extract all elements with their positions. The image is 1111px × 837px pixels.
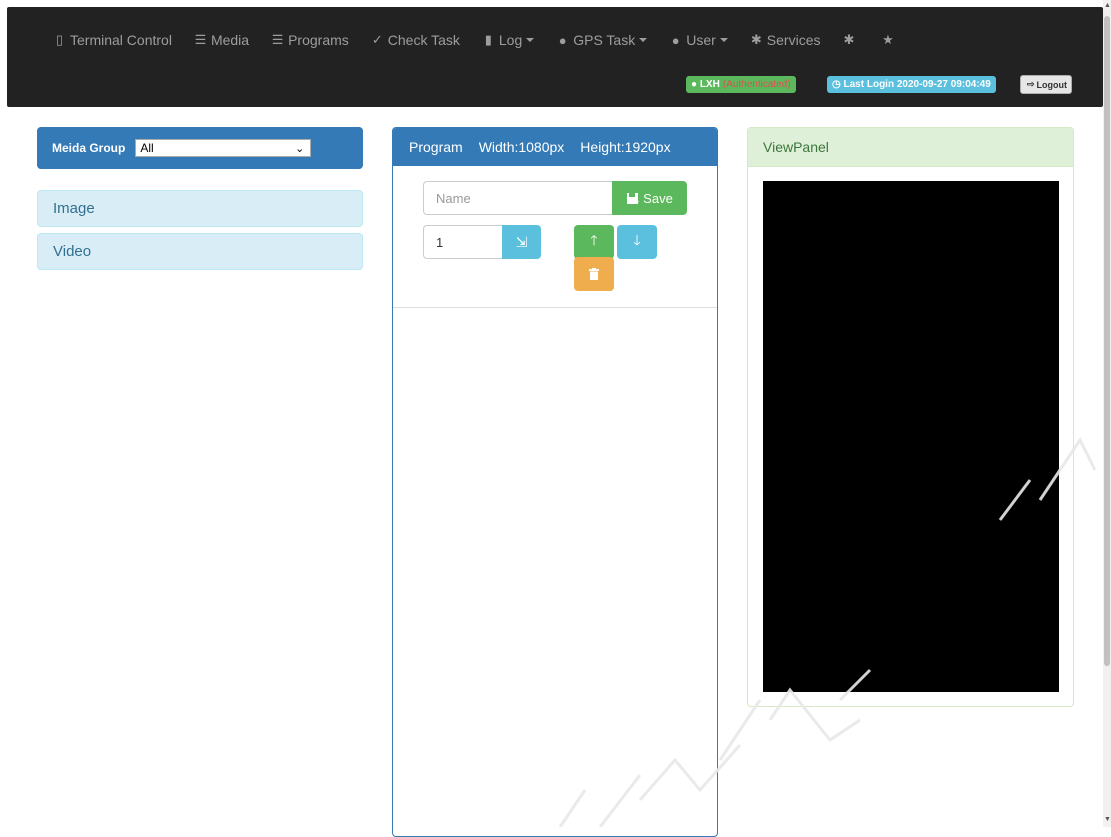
nav-terminal-control[interactable]: ▯ Terminal Control <box>53 32 172 48</box>
category-item-video[interactable]: Video <box>37 233 363 270</box>
index-value: 1 <box>436 234 444 250</box>
user-status-badge: ● LXH (Authenticated) <box>686 76 796 93</box>
program-panel: Program Width:1080px Height:1920px Name … <box>392 127 718 837</box>
category-label: Video <box>53 243 92 260</box>
tablet-icon: ▯ <box>55 32 64 47</box>
arrow-up-icon: 🡑 <box>590 232 598 248</box>
asterisk-icon: ✱ <box>843 32 855 47</box>
star-icon: ★ <box>882 32 894 47</box>
user-name: LXH <box>699 79 720 90</box>
nav-programs[interactable]: ☰ Programs <box>271 32 349 48</box>
media-group-select[interactable]: All ⌄ <box>135 139 312 157</box>
move-up-button[interactable]: 🡑 <box>574 225 614 259</box>
preview-screen <box>763 181 1059 692</box>
trash-icon <box>589 268 599 280</box>
last-login-badge: ◷ Last Login 2020-09-27 09:04:49 <box>827 76 996 93</box>
save-icon <box>627 192 640 204</box>
clock-icon: ◷ <box>832 79 844 90</box>
nav-label: Media <box>210 32 250 48</box>
file-icon: ▮ <box>484 32 492 47</box>
auth-status: (Authenticated) <box>722 79 791 90</box>
view-panel-title: ViewPanel <box>763 139 829 155</box>
nav-asterisk-button[interactable]: ✱ <box>842 32 859 48</box>
top-navbar: ▯ Terminal Control ☰ Media ☰ Programs ✓ … <box>7 7 1103 107</box>
media-icon: ☰ <box>194 32 207 47</box>
logout-icon: ⇨ <box>1026 79 1035 89</box>
nav-label: Programs <box>288 32 349 48</box>
caret-down-icon <box>719 38 728 42</box>
globe-icon: ● <box>558 32 567 48</box>
programs-icon: ☰ <box>271 32 284 47</box>
nav-label: Log <box>498 32 523 48</box>
media-group-bar: Meida Group All ⌄ <box>37 127 363 169</box>
save-label: Save <box>643 190 673 206</box>
category-label: Image <box>53 200 95 217</box>
nav-gps-task-dropdown[interactable]: ● GPS Task <box>556 32 648 48</box>
jump-to-button[interactable]: ⇲ <box>502 225 541 259</box>
sort-icon: ⇲ <box>515 233 528 250</box>
arrow-down-icon: 🡓 <box>633 232 641 248</box>
program-toolbar: Name Save 1 ⇲ 🡑 🡓 <box>393 166 717 308</box>
nav-log-dropdown[interactable]: ▮ Log <box>482 32 535 48</box>
nav-label: User <box>686 32 716 48</box>
scroll-down-icon[interactable]: ▼ <box>1104 816 1111 823</box>
user-icon: ● <box>691 79 700 90</box>
media-group-label: Meida Group <box>52 141 126 155</box>
program-name-input[interactable]: Name <box>423 181 612 215</box>
program-title: Program <box>409 139 463 155</box>
logout-label: Logout <box>1036 79 1068 90</box>
nav-media[interactable]: ☰ Media <box>194 32 249 48</box>
nav-star-button[interactable]: ★ <box>881 32 898 48</box>
media-group-value: All <box>140 141 154 155</box>
program-height: Height:1920px <box>580 139 671 155</box>
logout-button[interactable]: ⇨ Logout <box>1020 75 1072 94</box>
caret-down-icon <box>526 38 535 42</box>
nav-user-dropdown[interactable]: ● User <box>669 32 728 48</box>
scrollbar-thumb[interactable] <box>1104 16 1110 666</box>
delete-button[interactable] <box>574 257 614 291</box>
asterisk-icon: ✱ <box>750 32 762 47</box>
user-icon: ● <box>671 32 680 48</box>
program-width: Width:1080px <box>478 139 565 155</box>
nav-label: Terminal Control <box>70 32 172 48</box>
nav-label: GPS Task <box>573 32 636 48</box>
caret-down-icon <box>639 38 648 42</box>
view-panel: ViewPanel <box>747 127 1074 707</box>
save-button[interactable]: Save <box>612 181 687 215</box>
nav-check-task[interactable]: ✓ Check Task <box>371 32 460 48</box>
nav-label: Check Task <box>387 32 460 48</box>
name-placeholder: Name <box>436 190 471 206</box>
nav-menu: ▯ Terminal Control ☰ Media ☰ Programs ✓ … <box>53 29 920 51</box>
last-login-text: Last Login 2020-09-27 09:04:49 <box>843 79 991 90</box>
scroll-up-icon[interactable]: ▲ <box>1104 2 1111 9</box>
category-item-image[interactable]: Image <box>37 190 363 227</box>
item-index-input[interactable]: 1 <box>423 225 502 259</box>
program-panel-header: Program Width:1080px Height:1920px <box>393 128 717 166</box>
program-item-list <box>393 308 717 828</box>
vertical-scrollbar[interactable]: ▲ ▼ <box>1103 0 1111 827</box>
move-down-button[interactable]: 🡓 <box>617 225 657 259</box>
chevron-down-icon: ⌄ <box>295 142 305 155</box>
view-panel-header: ViewPanel <box>748 128 1073 167</box>
check-circle-icon: ✓ <box>371 32 383 47</box>
nav-services[interactable]: ✱ Services <box>750 32 821 48</box>
nav-label: Services <box>766 32 821 48</box>
